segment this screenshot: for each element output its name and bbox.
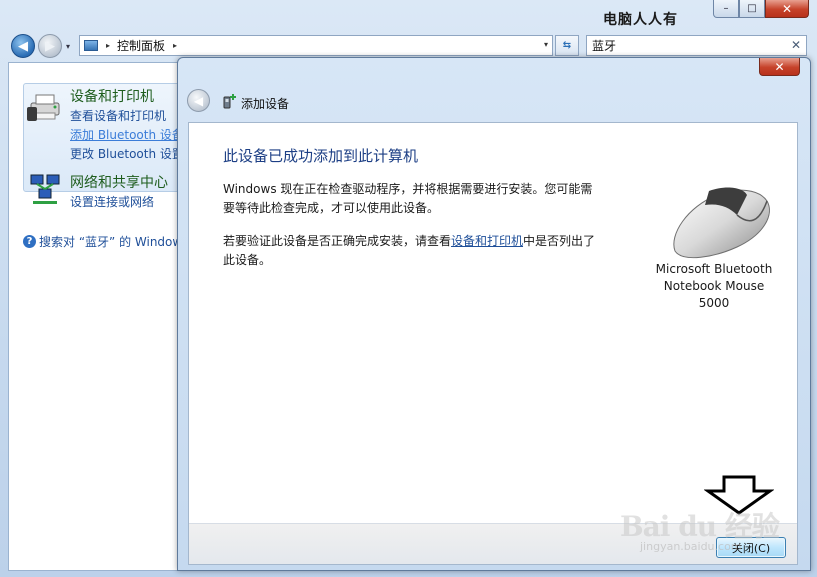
change-bluetooth-settings-link[interactable]: 更改 Bluetooth 设置 [70,145,179,162]
search-results-pane: 设备和打印机 查看设备和打印机 添加 Bluetooth 设备 更改 Bluet… [8,62,180,571]
device-name-line2: Notebook Mouse [663,279,765,293]
network-center-icon [30,174,60,204]
breadcrumb-separator[interactable]: ▸ [106,41,110,50]
devices-printers-icon [27,94,60,121]
search-input[interactable]: 蓝牙 ✕ [586,35,807,56]
window-controls: – □ ✕ [713,0,809,20]
dialog-title: 添加设备 [241,97,290,111]
address-dropdown-icon[interactable]: ▾ [544,40,548,49]
view-devices-link[interactable]: 查看设备和打印机 [70,107,166,124]
device-name-line3: 5000 [698,296,730,310]
mouse-device-image [673,187,770,259]
breadcrumb-separator[interactable]: ▸ [173,41,177,50]
setup-connection-link[interactable]: 设置连接或网络 [70,193,154,210]
dialog-content: 此设备已成功添加到此计算机 Windows 现在正在检查驱动程序，并将根据需要进… [188,122,798,565]
dialog-close-button[interactable]: ✕ [759,58,800,76]
add-bluetooth-device-link[interactable]: 添加 Bluetooth 设备 [70,126,179,143]
dialog-back-button[interactable]: ◀ [187,89,210,112]
device-name: Microsoft Bluetooth Notebook Mouse 5000 [644,261,784,312]
help-link-label: 搜索对 “蓝牙” 的 Windows 帮助和支持 [39,235,179,249]
control-panel-icon [84,40,98,51]
verify-text: 若要验证此设备是否正确完成安装，请查看设备和打印机中是否列出了此设备。 [223,232,603,270]
refresh-button[interactable]: ⇆ [555,35,579,56]
clear-search-icon[interactable]: ✕ [791,38,801,52]
help-icon: ? [23,235,36,248]
search-value: 蓝牙 [592,39,617,53]
device-name-line1: Microsoft Bluetooth [655,262,773,276]
recent-pages-dropdown[interactable]: ▾ [66,42,70,51]
watermark-text: 电脑人人有 [603,12,678,28]
add-device-dialog: ✕ ◀ 添加设备 此设备已成功添加到此计算机 Windows 现在正在检查驱动程… [177,57,811,571]
success-heading: 此设备已成功添加到此计算机 [223,147,419,165]
driver-check-text: Windows 现在正在检查驱动程序，并将根据需要进行安装。您可能需要等待此检查… [223,182,593,215]
add-device-icon [223,94,236,109]
devices-printers-title[interactable]: 设备和打印机 [70,86,154,106]
window-close-button[interactable]: ✕ [765,0,809,18]
baidu-watermark: Bai du 经验 [620,510,780,543]
breadcrumb-control-panel[interactable]: 控制面板 [117,37,165,54]
control-panel-window: 电脑人人有 – □ ✕ ◀ ▶ ▾ ▸ 控制面板 ▸ ▾ ⇆ 蓝牙 ✕ 设备和打… [0,0,817,577]
address-bar[interactable]: ▸ 控制面板 ▸ ▾ [79,35,553,56]
windows-help-search-link[interactable]: ? 搜索对 “蓝牙” 的 Windows 帮助和支持 [23,233,179,250]
back-button[interactable]: ◀ [11,34,35,58]
network-sharing-title[interactable]: 网络和共享中心 [70,172,168,192]
maximize-button[interactable]: □ [739,0,765,18]
baidu-watermark-url: jingyan.baidu.com [640,540,742,553]
devices-printers-link[interactable]: 设备和打印机 [451,234,523,248]
minimize-button[interactable]: – [713,0,739,18]
forward-button[interactable]: ▶ [38,34,62,58]
verify-text-before: 若要验证此设备是否正确完成安装，请查看 [223,234,452,248]
